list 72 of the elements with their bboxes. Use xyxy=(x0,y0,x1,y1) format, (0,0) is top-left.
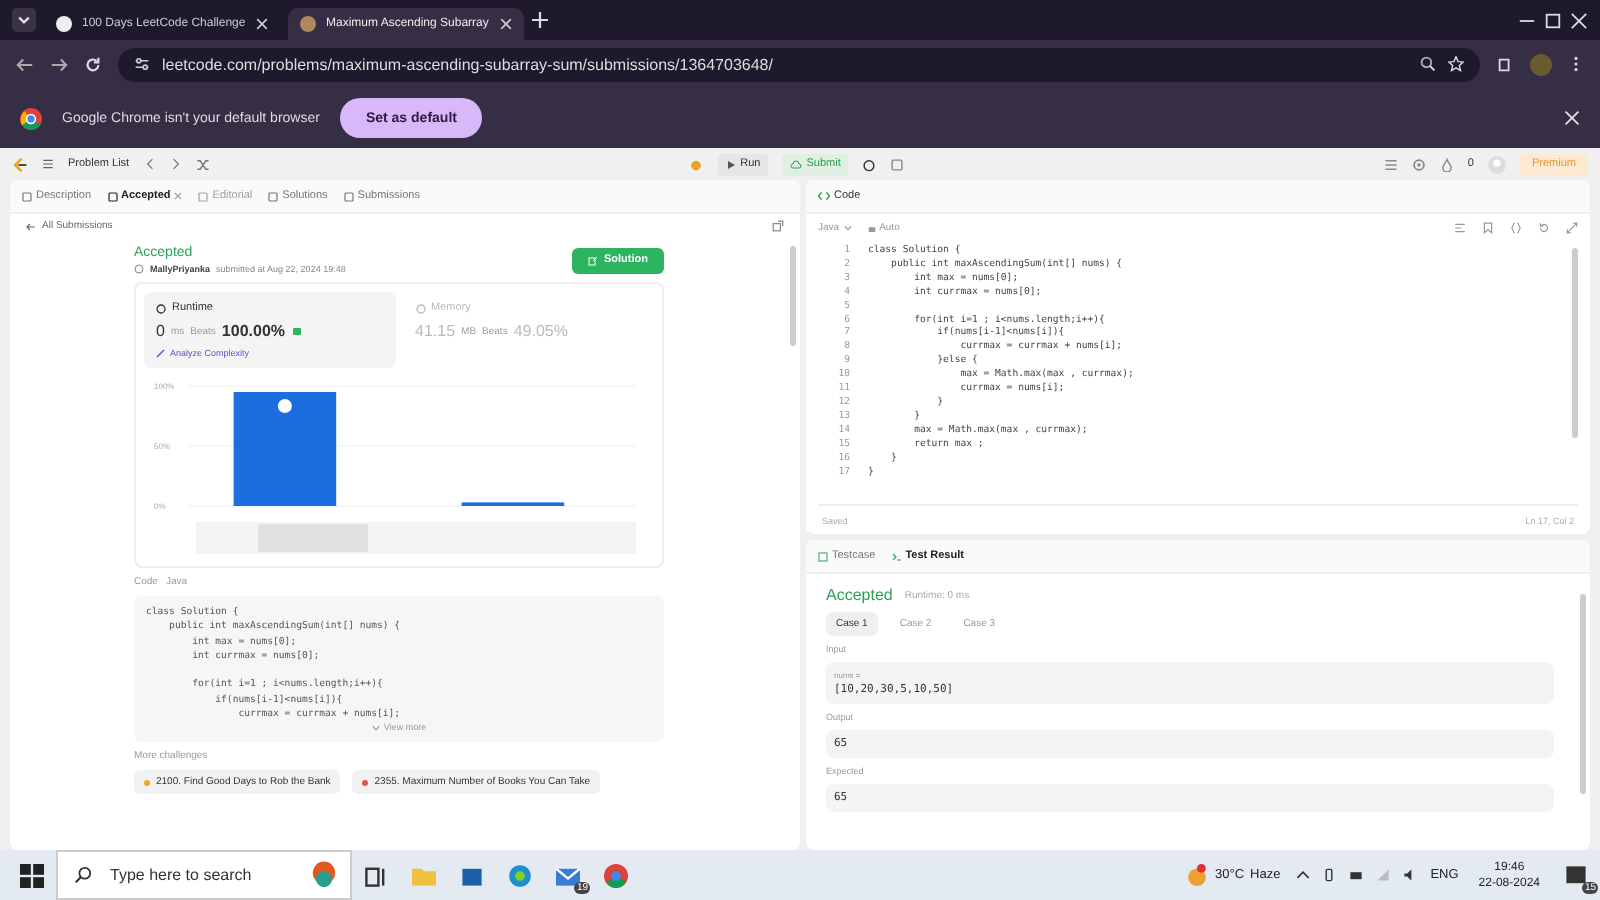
layout-icon[interactable] xyxy=(1383,157,1398,171)
tab-icon xyxy=(268,191,279,201)
wand-icon xyxy=(156,348,166,358)
chevron-down-icon xyxy=(371,723,380,732)
settings-icon[interactable] xyxy=(1411,157,1426,171)
battery-icon[interactable] xyxy=(1348,868,1365,882)
tab-icon xyxy=(198,191,209,201)
task-view-icon[interactable] xyxy=(364,863,388,887)
code-icon xyxy=(818,190,830,202)
tab-icon xyxy=(107,191,118,201)
prev-icon[interactable] xyxy=(143,158,156,170)
browser-logo-icon xyxy=(20,107,42,129)
flower-drawing-icon xyxy=(308,859,340,891)
user-icon xyxy=(134,264,144,274)
notes-icon[interactable] xyxy=(890,157,905,171)
terminal-icon xyxy=(891,551,902,561)
bookmark-icon[interactable] xyxy=(1482,221,1494,233)
maximize-icon[interactable] xyxy=(1544,11,1562,29)
scrollbar xyxy=(790,246,796,346)
extensions-icon[interactable] xyxy=(1496,55,1514,73)
edit-icon xyxy=(588,255,598,265)
back-icon[interactable] xyxy=(16,55,34,73)
new-tab-icon[interactable] xyxy=(532,12,548,28)
back-arrow-icon[interactable] xyxy=(26,221,36,231)
next-icon[interactable] xyxy=(169,158,182,170)
chart-bar[interactable] xyxy=(233,392,337,506)
zoom-icon[interactable] xyxy=(1420,56,1436,72)
checkbox-icon xyxy=(818,551,828,561)
format-icon[interactable] xyxy=(1454,221,1466,233)
stat-value: 0 xyxy=(156,322,165,340)
tab-icon xyxy=(343,191,354,201)
bookmark-star-icon[interactable] xyxy=(1448,56,1464,72)
search-input[interactable]: Type here to search xyxy=(106,864,294,886)
tab-list-icon[interactable] xyxy=(12,8,36,32)
search-icon xyxy=(74,866,92,884)
weather-icon xyxy=(1186,864,1209,886)
address-bar[interactable]: leetcode.com/problems/maximum-ascending-subarray-sum/submissions/1364703648/ xyxy=(118,47,1480,81)
close-icon[interactable] xyxy=(500,18,512,30)
more-menu-icon[interactable] xyxy=(1568,56,1584,72)
shuffle-icon[interactable] xyxy=(195,157,210,171)
reset-icon[interactable] xyxy=(1538,221,1550,233)
stat-value: 41.15 xyxy=(415,322,456,340)
clock-icon xyxy=(156,303,166,313)
beats-percent: 49.05% xyxy=(513,322,568,340)
site-icon xyxy=(56,16,72,32)
taskbar-search-box[interactable]: Type here to search xyxy=(56,850,352,900)
reload-icon[interactable] xyxy=(84,55,102,73)
streak-icon[interactable] xyxy=(1439,157,1454,171)
start-icon[interactable] xyxy=(20,863,44,887)
result-status: Accepted xyxy=(826,586,893,604)
play-icon xyxy=(726,159,737,169)
expand-icon[interactable] xyxy=(1566,221,1578,233)
list-icon xyxy=(42,158,54,170)
mail-icon[interactable] xyxy=(556,863,580,887)
beats-percent: 100.00% xyxy=(221,322,286,340)
chevron-up-icon[interactable] xyxy=(1296,868,1311,882)
browser-icon[interactable] xyxy=(508,863,532,887)
braces-icon[interactable] xyxy=(1510,221,1522,233)
chrome-icon[interactable] xyxy=(604,863,628,887)
notification-center-icon[interactable] xyxy=(1564,863,1588,887)
leetcode-logo-icon[interactable] xyxy=(12,155,28,173)
badge-icon xyxy=(291,326,302,336)
forward-icon[interactable] xyxy=(50,55,68,73)
url-text: leetcode.com/problems/maximum-ascending-subarray-sum/submissions/1364703648/ xyxy=(162,55,773,73)
caret-icon xyxy=(843,223,852,231)
open-external-icon[interactable] xyxy=(772,220,784,232)
site-icon xyxy=(300,16,316,32)
tab-icon xyxy=(22,191,32,201)
close-icon[interactable] xyxy=(256,18,268,30)
site-info-icon[interactable] xyxy=(134,56,150,72)
avatar-icon xyxy=(277,399,292,413)
cloud-upload-icon xyxy=(790,159,803,169)
